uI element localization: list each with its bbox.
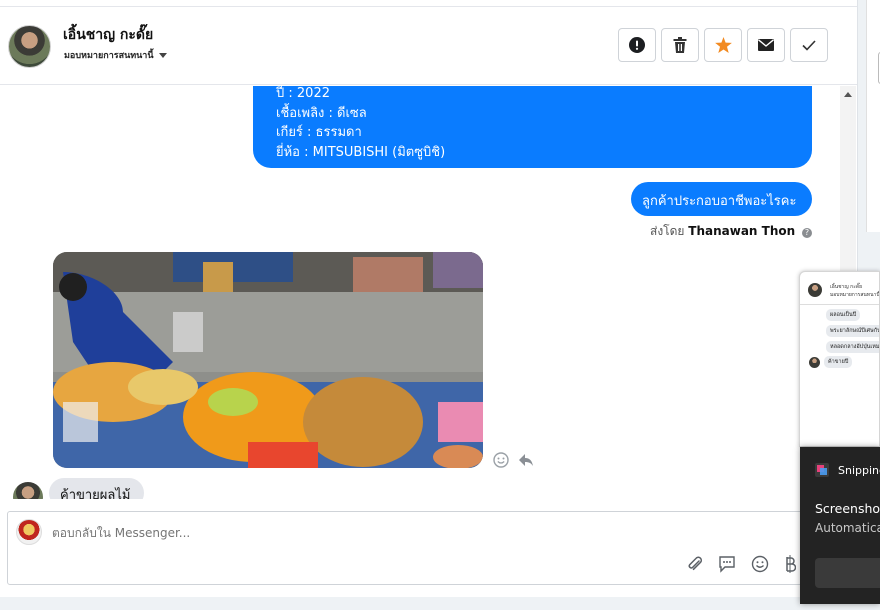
notification-app-name: Snipping Tool [838,464,880,477]
screenshot-thumbnail[interactable]: เอิ้นชาญ กะดั๊ย มอบหมายการสนทนานี้ ผลอนเ… [799,271,880,447]
assign-conversation-dropdown[interactable]: มอบหมายการสนทนานี้ [64,48,167,62]
info-line: ยี่ห้อ : MITSUBISHI (มิตซูบิชิ) [276,144,446,160]
emoji-reaction-icon[interactable] [493,452,509,468]
thumbnail-avatar [808,283,822,297]
check-icon [802,39,816,51]
side-panel [866,0,880,232]
caret-down-icon [158,53,167,58]
notification-subtext: Automatically saved to screenshots folde… [815,521,880,535]
page: เอิ้นชาญ กะดั๊ย มอบหมายการสนทนานี้ ปี: … [0,0,880,610]
contact-name[interactable]: เอิ้นชาญ กะดั๊ย [63,24,153,46]
info-line: เชื้อเพลิง : ดีเซล [276,105,367,121]
market-photo-image [53,252,483,468]
trash-icon [673,37,687,53]
reply-composer [7,511,840,585]
alert-icon [629,37,645,53]
conversation-panel: เอิ้นชาญ กะดั๊ย มอบหมายการสนทนานี้ ปี: … [0,0,858,597]
contact-avatar[interactable] [8,25,51,68]
delete-button[interactable] [661,28,699,62]
thumbnail-bubble: พระยาลักษณ์ปีเศษกัน [826,325,879,337]
sent-by-prefix: ส่งโดย [650,224,685,238]
report-button[interactable] [618,28,656,62]
outgoing-message-bubble: ลูกค้าประกอบอาชีพอะไรคะ [631,182,812,216]
contact-avatar-small [13,482,43,499]
scroll-up-arrow-icon[interactable] [844,92,852,97]
notification-heading: Screenshot copied to clipboard [815,501,880,516]
help-icon[interactable]: ? [802,228,812,238]
sent-by-label: ส่งโดย Thanawan Thon ? [650,222,812,241]
info-line: ปี : 2022 [276,86,330,101]
attachment-icon[interactable] [686,555,704,573]
thumbnail-bubble: ค้าขายปี [824,356,853,368]
market-photo[interactable] [53,252,483,468]
thumbnail-divider [800,304,879,305]
star-icon [714,37,732,53]
assign-label: มอบหมายการสนทนานี้ [64,51,154,61]
currency-icon[interactable] [784,555,796,573]
envelope-icon [758,39,774,51]
thumbnail-name: เอิ้นชาญ กะดั๊ย [830,284,863,290]
message-list: ปี : 2022 เชื้อเพลิง : ดีเซล เกียร์ : ธร… [0,86,840,499]
info-line: เกียร์ : ธรรมดา [276,125,362,140]
sent-by-name: Thanawan Thon [688,224,796,238]
message-actions [493,452,534,472]
mark-done-button[interactable] [790,28,828,62]
star-button[interactable] [704,28,742,62]
saved-reply-icon[interactable] [718,555,736,573]
vehicle-info-bubble: ปี : 2022 เชื้อเพลิง : ดีเซล เกียร์ : ธร… [253,86,812,168]
thumbnail-sub: มอบหมายการสนทนานี้ [830,292,880,298]
notification-action-button[interactable] [815,558,880,588]
conversation-header: เอิ้นชาญ กะดั๊ย มอบหมายการสนทนานี้ [0,7,857,85]
incoming-message-bubble: ค้าขายผลไม้ [49,478,144,499]
mark-unread-button[interactable] [747,28,785,62]
reply-input[interactable] [52,526,652,540]
emoji-icon[interactable] [751,555,769,573]
thumbnail-avatar-small [809,357,820,368]
reply-icon[interactable] [518,452,534,468]
snipping-tool-icon [815,463,829,477]
snipping-tool-notification[interactable]: Snipping Tool Screenshot copied to clipb… [800,447,880,604]
thumbnail-bubble: ผลอนเป็นปี [826,309,861,321]
page-avatar [16,519,42,545]
thumbnail-bubble: หลอดกลางอัปปุ่นเหม [826,341,879,353]
